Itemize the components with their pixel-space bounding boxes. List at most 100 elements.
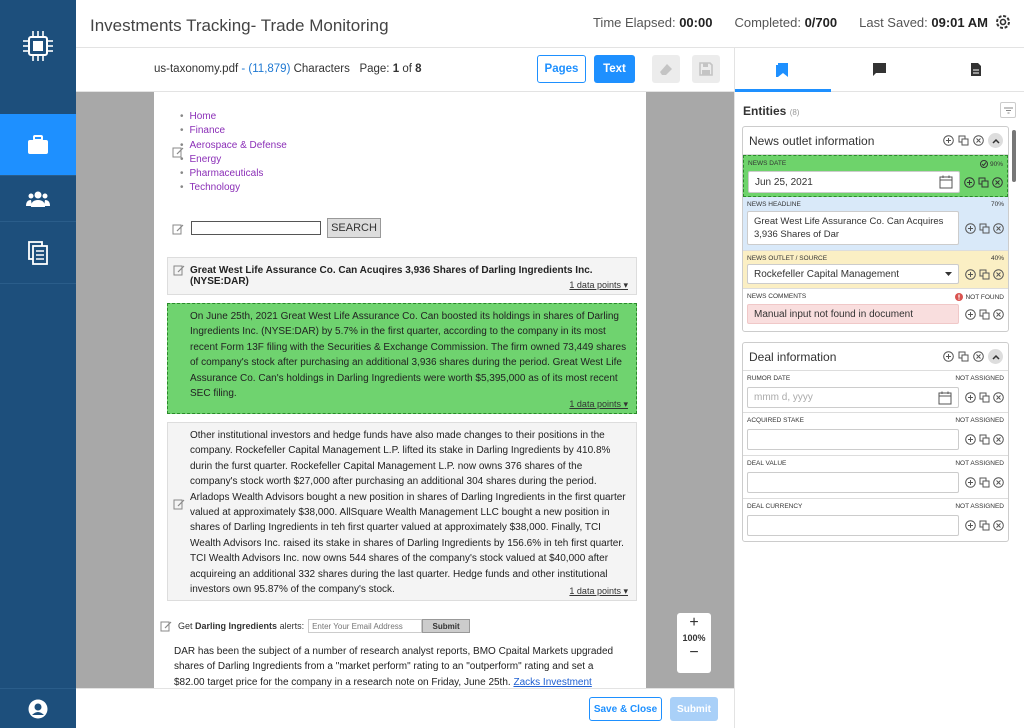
add-circle-icon[interactable]	[964, 177, 975, 188]
link-pharmaceuticals[interactable]: Pharmaceuticals	[180, 167, 287, 181]
page-search-input[interactable]	[191, 221, 321, 235]
highlighted-paragraph[interactable]: On June 25th, 2021 Great West Life Assur…	[167, 303, 637, 414]
calendar-icon[interactable]	[939, 175, 953, 189]
eraser-button[interactable]	[652, 55, 680, 83]
copy-icon[interactable]	[979, 392, 990, 403]
site-nav-links: Home Finance Aerospace & Defense Energy …	[180, 110, 287, 196]
add-circle-icon[interactable]	[965, 269, 976, 280]
copy-icon[interactable]	[979, 223, 990, 234]
completed-count: Completed: 0/700	[734, 15, 838, 30]
paragraph-block[interactable]: Other institutional investors and hedge …	[167, 422, 637, 601]
copy-icon[interactable]	[958, 135, 969, 146]
edit-icon[interactable]	[160, 620, 172, 632]
remove-circle-icon[interactable]	[973, 351, 984, 362]
copy-icon[interactable]	[979, 309, 990, 320]
headline-block[interactable]: Great West Life Assurance Co. Can Acuqir…	[167, 257, 637, 295]
filter-button[interactable]	[1000, 102, 1016, 118]
acquired-stake-input[interactable]	[747, 429, 959, 450]
data-points-link[interactable]: 1 data points ▾	[569, 399, 628, 410]
link-energy[interactable]: Energy	[180, 153, 287, 167]
remove-circle-icon[interactable]	[993, 392, 1004, 403]
add-circle-icon[interactable]	[965, 477, 976, 488]
data-points-link[interactable]: 1 data points ▾	[569, 280, 628, 291]
tab-comments[interactable]	[831, 48, 927, 91]
text-button[interactable]: Text	[594, 55, 635, 83]
page-search-button[interactable]: SEARCH	[327, 218, 381, 238]
panel-tabs	[735, 48, 1024, 92]
alert-signup: Get Darling Ingredients alerts: Submit	[160, 619, 471, 633]
remove-circle-icon[interactable]	[993, 269, 1004, 280]
edit-icon[interactable]	[173, 498, 185, 510]
save-close-button[interactable]: Save & Close	[589, 697, 662, 721]
copy-icon[interactable]	[979, 269, 990, 280]
zacks-link[interactable]: Zacks Investment	[513, 677, 591, 688]
data-points-link[interactable]: 1 data points ▾	[569, 586, 628, 597]
news-headline-input[interactable]: Great West Life Assurance Co. Can Acquir…	[747, 211, 959, 245]
copy-icon[interactable]	[979, 520, 990, 531]
session-stats: Time Elapsed: 00:00 Completed: 0/700 Las…	[593, 15, 988, 30]
nav-item-briefcase[interactable]	[0, 114, 76, 176]
file-info: us-taxonomy.pdf - (11,879) Characters Pa…	[154, 63, 422, 75]
edit-icon[interactable]	[173, 264, 185, 276]
add-circle-icon[interactable]	[943, 351, 954, 362]
remove-circle-icon[interactable]	[993, 477, 1004, 488]
pages-button[interactable]: Pages	[537, 55, 586, 83]
users-icon	[26, 191, 50, 207]
email-field[interactable]	[308, 619, 423, 633]
remove-circle-icon[interactable]	[973, 135, 984, 146]
settings-button[interactable]	[994, 13, 1012, 36]
news-date-input[interactable]: Jun 25, 2021	[748, 171, 960, 193]
rumor-date-input[interactable]: mmm d, yyyy	[747, 387, 959, 408]
collapse-button[interactable]	[988, 133, 1003, 148]
link-technology[interactable]: Technology	[180, 181, 287, 195]
nav-user-profile[interactable]	[0, 688, 76, 728]
copy-icon[interactable]	[979, 434, 990, 445]
time-elapsed: Time Elapsed: 00:00	[592, 15, 713, 30]
submit-button[interactable]: Submit	[670, 697, 718, 721]
deal-value-input[interactable]	[747, 472, 959, 493]
link-finance[interactable]: Finance	[180, 124, 287, 138]
nav-item-users[interactable]	[0, 176, 76, 222]
remove-circle-icon[interactable]	[992, 177, 1003, 188]
nav-item-documents[interactable]	[0, 222, 76, 284]
save-button[interactable]	[692, 55, 720, 83]
add-circle-icon[interactable]	[965, 520, 976, 531]
tab-document[interactable]	[928, 48, 1024, 91]
remove-circle-icon[interactable]	[993, 309, 1004, 320]
alert-submit-button[interactable]: Submit	[422, 619, 471, 633]
link-home[interactable]: Home	[180, 110, 287, 124]
document-page: Home Finance Aerospace & Defense Energy …	[154, 92, 646, 688]
remove-circle-icon[interactable]	[993, 434, 1004, 445]
field-news-outlet: News Outlet / Source 40% Rockefeller Cap…	[743, 251, 1008, 289]
copy-icon[interactable]	[979, 477, 990, 488]
field-news-date: News Date 90% Jun 25, 2021	[743, 155, 1008, 197]
news-comments-input[interactable]: Manual input not found in document	[747, 304, 959, 324]
add-circle-icon[interactable]	[965, 309, 976, 320]
add-circle-icon[interactable]	[943, 135, 954, 146]
field-deal-value: Deal Value NOT ASSIGNED	[743, 456, 1008, 499]
entity-card-news-outlet: News outlet information News Date 90% Ju…	[742, 126, 1009, 332]
comment-icon	[872, 63, 886, 76]
edit-icon[interactable]	[172, 223, 184, 235]
add-circle-icon[interactable]	[965, 223, 976, 234]
chevron-up-icon	[991, 138, 1000, 144]
copy-icon[interactable]	[978, 177, 989, 188]
collapse-button[interactable]	[988, 349, 1003, 364]
calendar-icon[interactable]	[938, 391, 952, 405]
tab-bookmarks[interactable]	[735, 48, 831, 91]
add-circle-icon[interactable]	[965, 392, 976, 403]
deal-currency-input[interactable]	[747, 515, 959, 536]
remove-circle-icon[interactable]	[993, 223, 1004, 234]
add-circle-icon[interactable]	[965, 434, 976, 445]
panel-scrollbar[interactable]	[1012, 130, 1016, 182]
zoom-in-button[interactable]: +	[677, 613, 711, 633]
page-total: 8	[415, 63, 422, 75]
document-viewer[interactable]: Home Finance Aerospace & Defense Energy …	[76, 92, 734, 688]
copy-icon[interactable]	[958, 351, 969, 362]
remove-circle-icon[interactable]	[993, 520, 1004, 531]
paragraph-text: Other institutional investors and hedge …	[190, 430, 626, 596]
news-outlet-select[interactable]: Rockefeller Capital Management	[747, 264, 959, 284]
zoom-out-button[interactable]: −	[677, 643, 711, 663]
link-aerospace[interactable]: Aerospace & Defense	[180, 139, 287, 153]
eraser-icon	[660, 64, 672, 75]
